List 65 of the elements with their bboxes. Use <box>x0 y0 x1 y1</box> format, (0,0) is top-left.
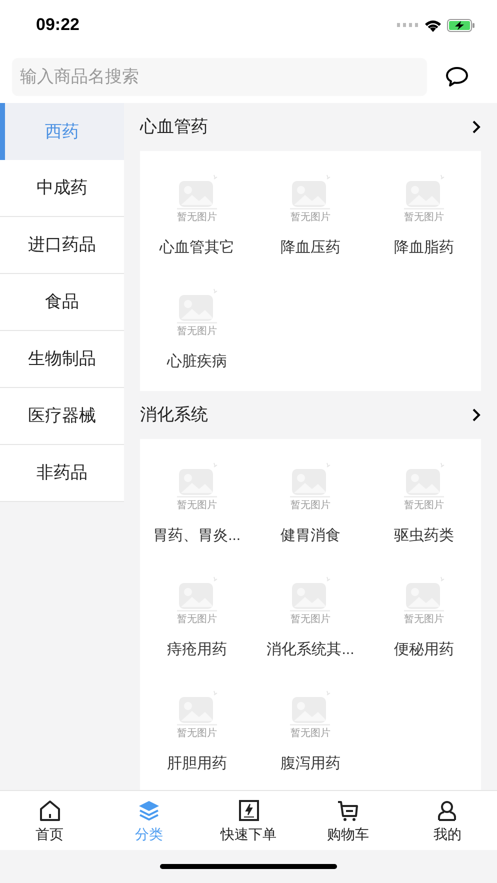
tab-label: 首页 <box>36 824 64 842</box>
image-placeholder-icon <box>288 575 332 613</box>
subcategory-label[interactable]: 驱虫药类 <box>394 525 454 547</box>
bolt-square-icon <box>236 798 261 822</box>
image-placeholder-icon <box>288 173 332 211</box>
chevron-right-icon[interactable] <box>472 408 481 422</box>
home-icon <box>38 798 62 822</box>
tab-label: 购物车 <box>326 824 369 842</box>
subcategory-label[interactable]: 便秘用药 <box>394 639 454 661</box>
subcategory-label[interactable]: 降血脂药 <box>394 237 454 259</box>
signal-icon <box>397 23 419 27</box>
tab-label: 分类 <box>135 824 164 842</box>
tab-item[interactable]: 快速下单 <box>198 791 298 850</box>
subcategory-label[interactable]: 胃药、胃炎... <box>153 525 241 547</box>
chevron-right-icon[interactable] <box>472 120 481 134</box>
category-item[interactable]: 非药品 <box>0 445 124 502</box>
layers-icon <box>137 798 162 822</box>
category-item[interactable]: 医疗器械 <box>0 388 124 445</box>
subcategory-label[interactable]: 腹泻用药 <box>280 753 340 775</box>
tab-item[interactable]: 购物车 <box>298 791 398 850</box>
wifi-icon <box>424 18 442 32</box>
category-item[interactable]: 中成药 <box>0 160 124 217</box>
search-field[interactable]: 输入商品名搜索 <box>12 58 427 96</box>
no-image-caption: 暂无图片 <box>176 499 217 513</box>
subcategory-label[interactable]: 痔疮用药 <box>166 639 227 661</box>
tab-label: 我的 <box>433 824 462 842</box>
no-image-caption: 暂无图片 <box>404 499 444 513</box>
subcategory-label[interactable]: 心血管其它 <box>159 237 234 259</box>
image-placeholder-icon <box>174 575 219 613</box>
tab-item[interactable]: 首页 <box>0 791 100 850</box>
no-image-caption: 暂无图片 <box>290 727 330 741</box>
image-placeholder-icon <box>288 689 332 727</box>
category-item[interactable]: 食品 <box>0 274 124 331</box>
image-placeholder-icon <box>174 173 219 211</box>
status-time: 09:22 <box>36 14 80 36</box>
tab-label: 快速下单 <box>220 824 277 842</box>
no-image-caption: 暂无图片 <box>404 211 444 225</box>
section-title: 心血管药 <box>140 116 208 138</box>
image-placeholder-icon <box>402 461 446 499</box>
no-image-caption: 暂无图片 <box>176 325 217 339</box>
image-placeholder-icon <box>288 461 332 499</box>
cart-icon <box>336 798 360 822</box>
subcategory-label[interactable]: 肝胆用药 <box>166 753 227 775</box>
no-image-caption: 暂无图片 <box>176 613 217 627</box>
no-image-caption: 暂无图片 <box>290 211 330 225</box>
image-placeholder-icon <box>402 575 446 613</box>
no-image-caption: 暂无图片 <box>290 613 330 627</box>
subcategory-label[interactable]: 心脏疾病 <box>166 351 227 373</box>
tab-item[interactable]: 我的 <box>398 791 497 850</box>
category-item[interactable]: 生物制品 <box>0 331 124 388</box>
subcategory-label[interactable]: 消化系统其... <box>266 639 354 661</box>
section-title: 消化系统 <box>140 404 208 426</box>
subcategory-label[interactable]: 健胃消食 <box>280 525 340 547</box>
image-placeholder-icon <box>174 461 219 499</box>
subcategory-label[interactable]: 降血压药 <box>280 237 340 259</box>
no-image-caption: 暂无图片 <box>290 499 330 513</box>
no-image-caption: 暂无图片 <box>404 613 444 627</box>
image-placeholder-icon <box>174 689 219 727</box>
no-image-caption: 暂无图片 <box>176 727 217 741</box>
battery-charging-icon <box>447 18 475 32</box>
category-item[interactable]: 进口药品 <box>0 217 124 274</box>
chat-bubble-icon[interactable] <box>445 66 469 88</box>
image-placeholder-icon <box>174 287 219 325</box>
image-placeholder-icon <box>402 173 446 211</box>
no-image-caption: 暂无图片 <box>176 211 217 225</box>
